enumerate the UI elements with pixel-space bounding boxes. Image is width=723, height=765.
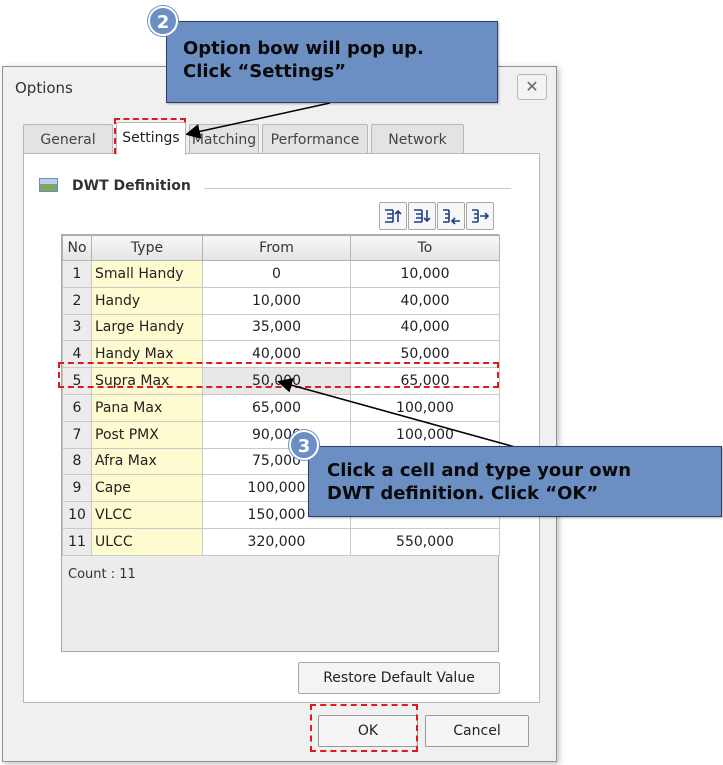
table-row: 4 Handy Max 40,000 50,000: [62, 340, 500, 369]
group-divider: [204, 188, 511, 189]
cell-type[interactable]: VLCC: [91, 501, 203, 529]
cell-no: 4: [62, 340, 92, 369]
cell-no: 3: [62, 313, 92, 342]
ok-button[interactable]: OK: [318, 715, 418, 747]
image-icon: [39, 178, 58, 192]
cell-type[interactable]: Post PMX: [91, 420, 203, 449]
table-row-selected: 5 Supra Max 50,000 65,000: [62, 367, 500, 395]
dwt-grid: No Type From To 1 Small Handy 0 10,000 2: [61, 234, 500, 652]
cell-from[interactable]: 35,000: [202, 313, 351, 342]
cell-from[interactable]: 320,000: [202, 527, 351, 556]
tab-matching[interactable]: Matching: [189, 124, 259, 154]
tab-performance[interactable]: Performance: [262, 124, 368, 154]
column-header-from[interactable]: From: [202, 235, 351, 261]
cell-type[interactable]: Supra Max: [91, 367, 203, 395]
cell-to[interactable]: 65,000: [350, 367, 500, 395]
group-title: DWT Definition: [72, 178, 191, 194]
cell-from[interactable]: 65,000: [202, 393, 351, 422]
options-dialog: Options ✕ General Settings Matching Perf…: [2, 66, 557, 762]
cell-to[interactable]: 40,000: [350, 286, 500, 315]
cell-from[interactable]: 0: [202, 260, 351, 288]
cell-from[interactable]: 10,000: [202, 286, 351, 315]
cell-type[interactable]: Large Handy: [91, 313, 203, 342]
callout-text: DWT definition. Click “OK”: [327, 483, 599, 504]
tab-settings[interactable]: Settings: [116, 122, 186, 155]
cell-to[interactable]: 100,000: [350, 393, 500, 422]
align-bottom-icon: [414, 209, 431, 223]
cell-type[interactable]: Handy: [91, 286, 203, 315]
cell-from[interactable]: 50,000: [202, 367, 351, 395]
align-left-button[interactable]: [437, 202, 465, 230]
step3-callout: Click a cell and type your own DWT defin…: [308, 446, 722, 517]
cell-no: 9: [62, 474, 92, 503]
cell-to[interactable]: 50,000: [350, 340, 500, 369]
table-row: 1 Small Handy 0 10,000: [62, 260, 500, 288]
settings-panel: DWT Definition No Type From To 1 Small H…: [23, 153, 540, 703]
cell-no: 6: [62, 393, 92, 422]
align-left-icon: [443, 209, 460, 225]
cell-no: 2: [62, 286, 92, 315]
cell-type[interactable]: ULCC: [91, 527, 203, 556]
cell-to[interactable]: 100,000: [350, 420, 500, 449]
cell-type[interactable]: Handy Max: [91, 340, 203, 369]
cell-type[interactable]: Small Handy: [91, 260, 203, 288]
cell-to[interactable]: 10,000: [350, 260, 500, 288]
cell-no: 5: [62, 367, 92, 395]
cell-no: 10: [62, 501, 92, 529]
table-row: 7 Post PMX 90,000 100,000: [62, 420, 500, 449]
table-row: 6 Pana Max 65,000 100,000: [62, 393, 500, 422]
restore-default-button[interactable]: Restore Default Value: [298, 662, 500, 694]
cell-from[interactable]: 90,000: [202, 420, 351, 449]
cell-type[interactable]: Pana Max: [91, 393, 203, 422]
align-bottom-button[interactable]: [408, 202, 436, 230]
column-header-no[interactable]: No: [62, 235, 92, 261]
step2-callout: Option bow will pop up. Click “Settings”: [166, 21, 498, 103]
table-row: 3 Large Handy 35,000 40,000: [62, 313, 500, 342]
cell-to[interactable]: 550,000: [350, 527, 500, 556]
cell-from[interactable]: 40,000: [202, 340, 351, 369]
cell-type[interactable]: Cape: [91, 474, 203, 503]
dialog-title: Options: [15, 79, 73, 97]
table-row: 2 Handy 10,000 40,000: [62, 286, 500, 315]
tab-network[interactable]: Network: [371, 124, 464, 154]
cancel-button[interactable]: Cancel: [425, 715, 529, 747]
align-right-icon: [472, 209, 490, 223]
align-right-button[interactable]: [466, 202, 494, 230]
cell-no: 7: [62, 420, 92, 449]
align-top-button[interactable]: [379, 202, 407, 230]
tab-general[interactable]: General: [23, 124, 113, 154]
callout-text: Click a cell and type your own: [327, 460, 632, 481]
column-header-type[interactable]: Type: [91, 235, 203, 261]
cell-no: 11: [62, 527, 92, 556]
cell-type[interactable]: Afra Max: [91, 447, 203, 476]
step-badge: 3: [289, 430, 319, 460]
align-top-icon: [385, 209, 402, 223]
row-count: Count : 11: [68, 567, 136, 582]
cell-to[interactable]: 40,000: [350, 313, 500, 342]
table-row: 11 ULCC 320,000 550,000: [62, 527, 500, 556]
cell-no: 8: [62, 447, 92, 476]
close-button[interactable]: ✕: [517, 74, 547, 100]
callout-text: Option bow will pop up.: [183, 38, 424, 59]
step-badge: 2: [148, 6, 178, 36]
close-icon: ✕: [525, 77, 539, 96]
column-header-to[interactable]: To: [350, 235, 500, 261]
cell-no: 1: [62, 260, 92, 288]
callout-text: Click “Settings”: [183, 61, 347, 82]
